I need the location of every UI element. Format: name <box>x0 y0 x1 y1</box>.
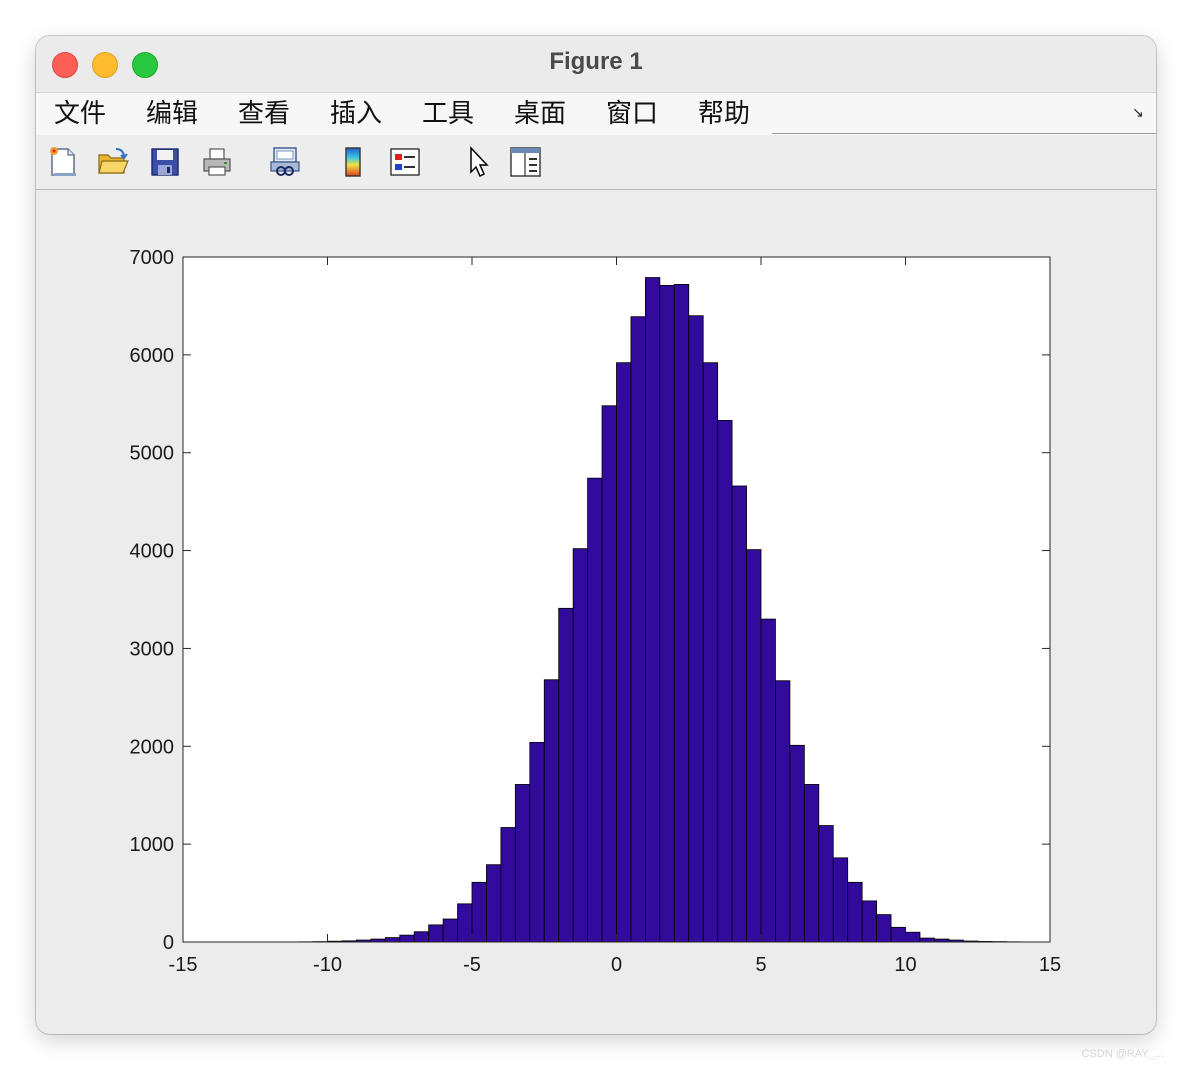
menu-tools[interactable]: 工具 <box>404 93 496 135</box>
histogram-bar <box>731 485 747 943</box>
watermark: CSDN @RAY_... <box>1081 1048 1164 1060</box>
histogram-bar <box>717 420 733 943</box>
histogram-bar <box>601 405 617 943</box>
histogram-bar <box>905 931 921 943</box>
window-title: Figure 1 <box>549 48 643 75</box>
histogram-bar <box>645 277 661 943</box>
pointer-icon[interactable] <box>460 145 494 179</box>
menu-edit[interactable]: 编辑 <box>128 93 220 135</box>
x-tick-label: -10 <box>313 954 342 976</box>
print-icon[interactable] <box>200 145 234 179</box>
histogram-bar <box>673 284 690 943</box>
histogram-bar <box>746 549 762 943</box>
histogram-bar <box>486 864 502 943</box>
histogram-bar <box>688 315 704 943</box>
figure-toolbar <box>36 135 1156 190</box>
menu-desktop[interactable]: 桌面 <box>496 93 588 135</box>
y-tick-label: 1000 <box>130 834 175 856</box>
histogram-bar <box>847 881 863 943</box>
histogram-bar <box>572 548 589 943</box>
histogram-bar <box>587 477 603 943</box>
histogram-bar <box>630 316 646 943</box>
title-bar[interactable]: Figure 1 <box>36 36 1156 92</box>
menu-bar: 文件 编辑 查看 插入 工具 桌面 窗口 帮助 ↘ <box>36 92 1156 135</box>
x-tick-label: 10 <box>894 954 916 976</box>
histogram-bar <box>500 827 516 943</box>
x-tick-label: 15 <box>1039 954 1061 976</box>
histogram-bar <box>803 784 820 943</box>
x-tick-label: -15 <box>169 954 198 976</box>
figure-window: Figure 1 文件 编辑 查看 插入 工具 桌面 窗口 帮助 ↘ -15 -… <box>36 36 1156 1034</box>
histogram-bar <box>890 926 906 943</box>
new-figure-icon[interactable] <box>46 145 80 179</box>
histogram-bar <box>616 362 632 943</box>
histogram-bar <box>659 284 675 943</box>
dock-arrow-icon[interactable]: ↘ <box>1132 105 1148 121</box>
histogram-bar <box>558 607 574 943</box>
x-tick-label: -5 <box>463 954 481 976</box>
menu-file[interactable]: 文件 <box>36 93 128 135</box>
save-icon[interactable] <box>148 145 182 179</box>
histogram-bar <box>876 914 892 943</box>
colorbar-icon[interactable] <box>336 145 370 179</box>
histogram-bar <box>702 362 719 943</box>
y-tick-label: 0 <box>163 932 174 954</box>
y-tick-label: 6000 <box>130 345 175 367</box>
legend-icon[interactable] <box>388 145 422 179</box>
histogram-bar <box>543 679 560 943</box>
histogram-bar <box>442 918 458 943</box>
histogram-bar <box>818 825 834 943</box>
histogram-bar <box>413 931 430 943</box>
histogram-bar <box>384 937 401 943</box>
histogram-bar <box>760 618 776 943</box>
histogram-bar <box>832 857 849 943</box>
histogram-bar <box>919 937 935 943</box>
histogram-bar <box>399 934 415 943</box>
histogram-bar <box>789 744 805 943</box>
histogram-bar <box>457 903 473 943</box>
histogram-bar <box>529 741 545 943</box>
plot-area: -15 -10 -5 0 5 10 15 0 1000 2000 3000 4000 5000 6000 7… <box>36 190 1156 1034</box>
y-tick-label: 4000 <box>130 541 175 563</box>
open-file-icon[interactable] <box>96 145 130 179</box>
x-tick-label: 0 <box>611 954 622 976</box>
x-tick-label: 5 <box>755 954 766 976</box>
y-tick-label: 5000 <box>130 443 175 465</box>
print-preview-icon[interactable] <box>268 145 302 179</box>
histogram-bar <box>428 924 444 943</box>
menu-divider <box>772 133 1156 134</box>
menu-window[interactable]: 窗口 <box>588 93 680 135</box>
y-tick-label: 3000 <box>130 638 175 660</box>
menu-insert[interactable]: 插入 <box>312 93 404 135</box>
histogram-bar <box>514 784 531 943</box>
y-tick-label: 7000 <box>130 247 175 269</box>
property-editor-icon[interactable] <box>508 145 542 179</box>
menu-help[interactable]: 帮助 <box>680 93 772 135</box>
histogram-bar <box>471 881 487 943</box>
y-tick-label: 2000 <box>130 736 175 758</box>
menu-view[interactable]: 查看 <box>220 93 312 135</box>
histogram-bar <box>775 680 791 943</box>
histogram-chart[interactable]: -15 -10 -5 0 5 10 15 0 1000 2000 3000 4000 5000 6000 7… <box>36 190 1156 1034</box>
histogram-bar <box>861 900 878 943</box>
